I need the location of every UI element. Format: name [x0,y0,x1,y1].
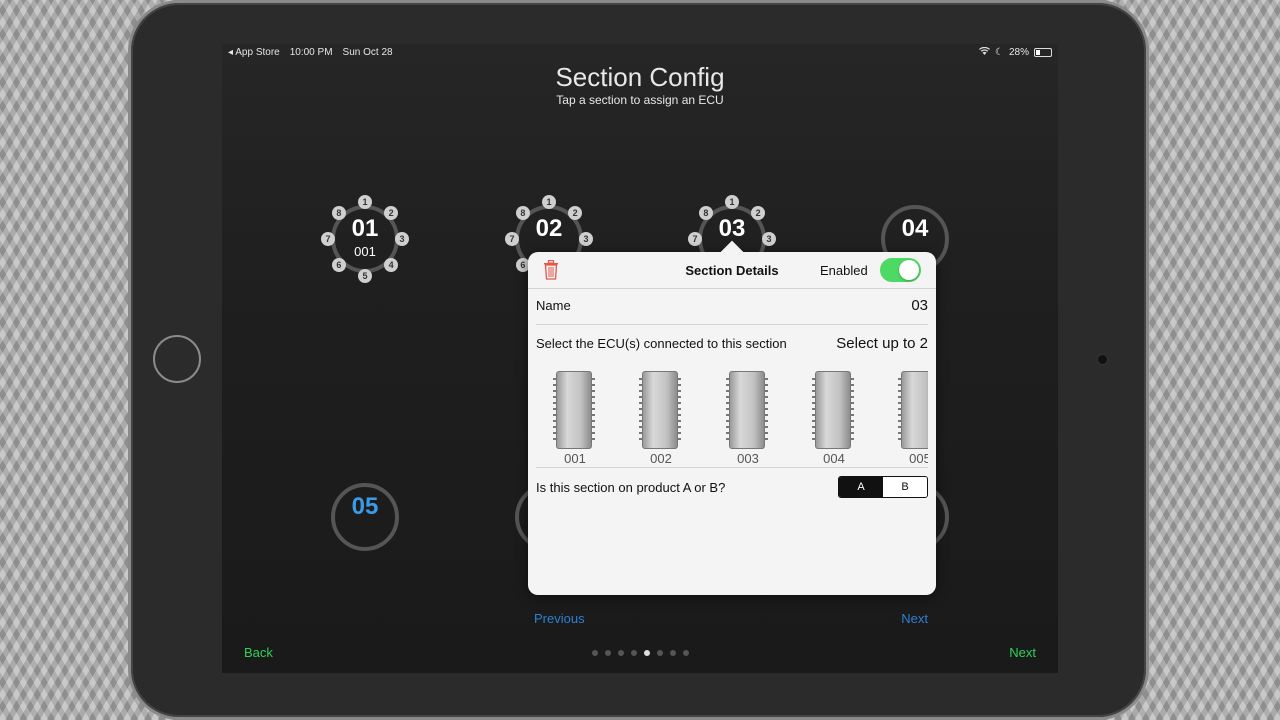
ecu-item[interactable]: 001 [550,367,600,467]
page-dot[interactable] [592,650,598,656]
home-button[interactable] [153,335,201,383]
ecu-module-icon [726,371,768,449]
back-button[interactable]: Back [244,645,273,660]
popover-title: Section Details [685,263,779,278]
ecu-module-icon [898,371,928,449]
moon-icon: ☾ [995,47,1004,58]
ecu-label: 004 [823,451,845,466]
section-ecu: 001 [354,244,376,259]
product-option-b[interactable]: B [883,477,927,497]
product-segmented-control[interactable]: A B [838,476,928,498]
page-dot[interactable] [644,650,650,656]
camera [1097,354,1108,365]
divider [536,467,928,468]
page-indicator[interactable] [592,650,689,656]
battery-percent: 28% [1008,47,1029,58]
ecu-module-icon [639,371,681,449]
page-title: Section Config [555,62,725,92]
port-7[interactable]: 7 [688,232,702,246]
product-question: Is this section on product A or B? [536,480,726,495]
section-number: 04 [901,215,929,242]
port-8[interactable]: 8 [515,205,530,220]
ecu-label: 002 [650,451,672,466]
ecu-carousel[interactable]: 001 002 003 004 005 [550,367,928,467]
ecu-label: 005 [909,451,928,466]
port-8[interactable]: 8 [331,205,346,220]
divider [536,324,928,325]
ecu-limit: Select up to 2 [836,335,928,352]
section-details-popover: Section Details Enabled Name 03 Select t… [528,240,936,626]
port-2[interactable]: 2 [384,205,399,220]
status-time: 10:00 PM [289,47,333,58]
port-3[interactable]: 3 [579,232,593,246]
product-option-a[interactable]: A [839,477,883,497]
ecu-label: 003 [737,451,759,466]
name-value[interactable]: 03 [911,297,928,314]
ecu-item[interactable]: 003 [723,367,773,467]
ecu-item[interactable]: 004 [809,367,859,467]
app-screen: ◂ App Store 10:00 PM Sun Oct 28 ☾ 28% Se… [222,44,1058,673]
enabled-label: Enabled [820,263,868,278]
ecu-item[interactable]: 002 [636,367,686,467]
page-subtitle: Tap a section to assign an ECU [556,93,724,107]
page-dot[interactable] [605,650,611,656]
port-8[interactable]: 8 [698,205,713,220]
ecu-module-icon [812,371,854,449]
section-number: 05 [351,493,379,520]
page-dot[interactable] [631,650,637,656]
port-4[interactable]: 4 [384,258,399,273]
page-dot[interactable] [683,650,689,656]
ecu-module-icon [553,371,595,449]
back-to-app-link[interactable]: ◂ App Store [228,47,280,58]
status-bar: ◂ App Store 10:00 PM Sun Oct 28 ☾ 28% [222,44,1058,62]
port-7[interactable]: 7 [505,232,519,246]
ecu-prompt: Select the ECU(s) connected to this sect… [536,336,787,351]
port-3[interactable]: 3 [395,232,409,246]
section-dial-05[interactable]: 05 [315,467,415,567]
name-label: Name [536,298,571,313]
page-dot[interactable] [657,650,663,656]
port-3[interactable]: 3 [762,232,776,246]
wifi-icon [979,46,991,58]
status-date: Sun Oct 28 [342,47,393,58]
battery-icon [1034,48,1052,57]
next-button[interactable]: Next [1009,645,1036,660]
port-2[interactable]: 2 [751,205,766,220]
section-dial-01[interactable]: 01 001 12345678 [315,189,415,289]
popover-next-button[interactable]: Next [901,611,928,626]
port-1[interactable]: 1 [358,195,372,209]
page-dot[interactable] [670,650,676,656]
popover-header: Section Details Enabled [528,252,936,289]
page-dot[interactable] [618,650,624,656]
port-5[interactable]: 5 [358,269,372,283]
port-2[interactable]: 2 [568,205,583,220]
port-7[interactable]: 7 [321,232,335,246]
ecu-item[interactable]: 005 [895,367,928,467]
port-1[interactable]: 1 [725,195,739,209]
enabled-toggle[interactable] [880,258,921,282]
previous-button[interactable]: Previous [534,611,585,626]
port-6[interactable]: 6 [331,258,346,273]
port-1[interactable]: 1 [542,195,556,209]
ecu-label: 001 [564,451,586,466]
